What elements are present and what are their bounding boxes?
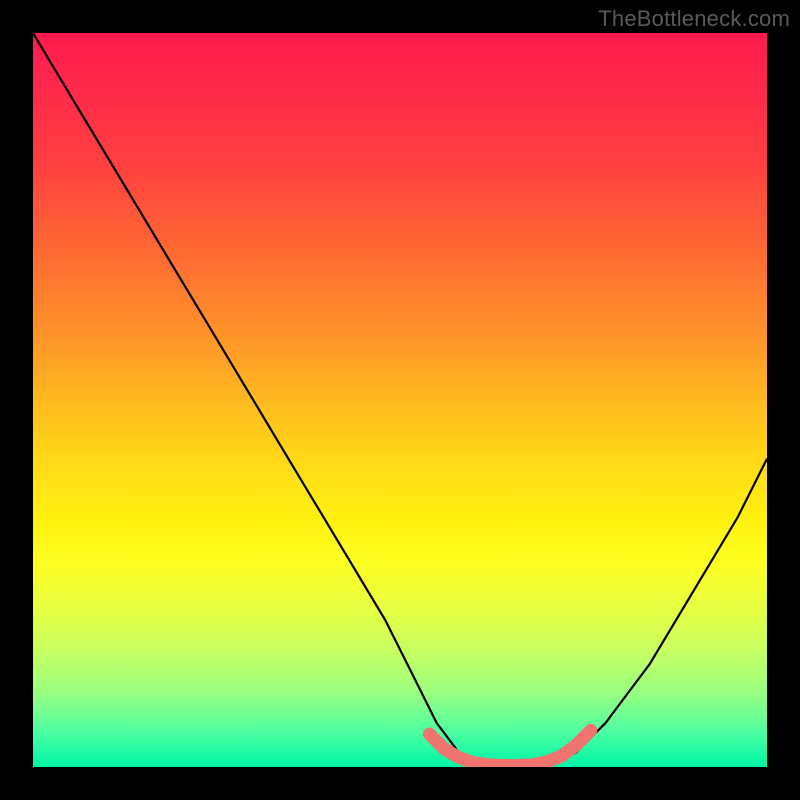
chart-stage: TheBottleneck.com	[0, 0, 800, 800]
chart-svg	[33, 33, 767, 767]
bottleneck-curve	[33, 33, 767, 767]
watermark-text: TheBottleneck.com	[598, 6, 790, 32]
bottom-highlight	[429, 730, 590, 765]
